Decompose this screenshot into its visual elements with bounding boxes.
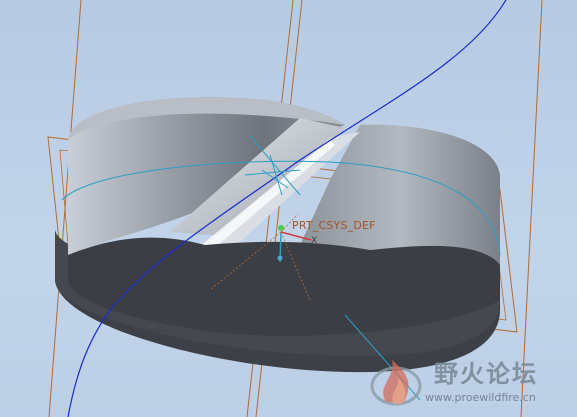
watermark-title: 野火论坛 [434,360,538,388]
graphics-viewport[interactable]: PRT_CSYS_DEF X Z 野火论坛 www.proewildfire.c… [0,0,577,417]
csys-label: PRT_CSYS_DEF [292,219,376,232]
watermark: 野火论坛 www.proewildfire.cn [364,350,577,417]
axis-x-label: X [311,236,318,246]
watermark-url: www.proewildfire.cn [425,391,536,404]
flame-logo-icon [370,360,422,406]
axis-z-label: Z [271,267,278,278]
